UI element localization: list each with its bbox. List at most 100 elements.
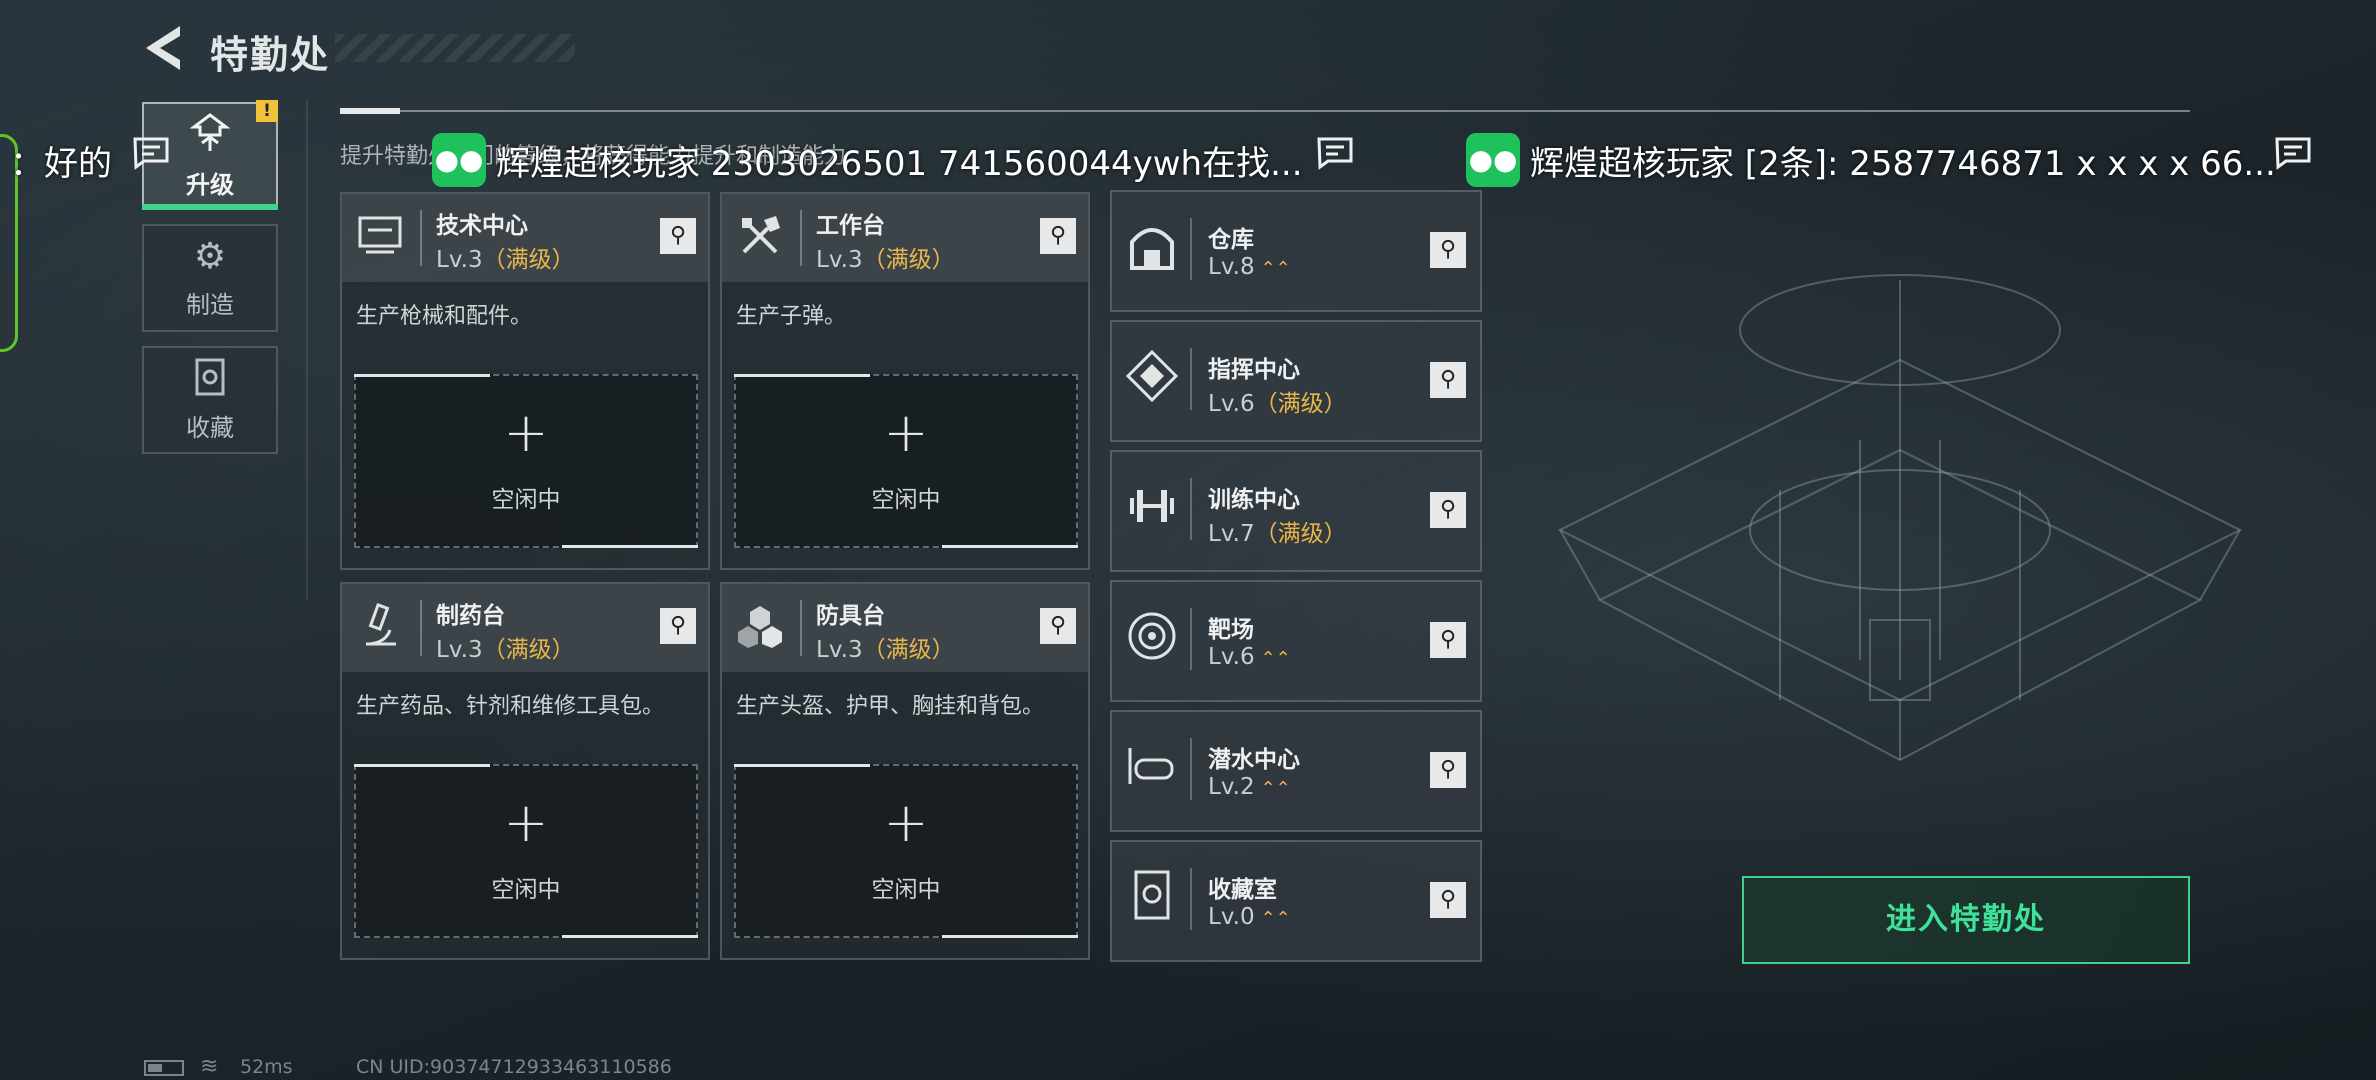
warehouse-icon xyxy=(1122,220,1182,280)
facility-level: Lv.0 ⌃⌃ xyxy=(1208,904,1291,930)
facility-card-pharmacy[interactable]: 制药台 Lv.3（满级） ⚲ 生产药品、针剂和维修工具包。 + 空闲中 xyxy=(340,582,710,960)
level-value: Lv.7 xyxy=(1208,521,1255,547)
production-slot[interactable]: + 空闲中 xyxy=(354,764,698,938)
user-uid: CN UID:90374712933463110586 xyxy=(356,1056,672,1078)
microscope-icon xyxy=(354,602,406,654)
search-button[interactable]: ⚲ xyxy=(1430,362,1466,398)
card-name: 制药台 xyxy=(436,603,505,629)
vault-icon xyxy=(1122,870,1182,930)
top-rule xyxy=(340,110,2190,112)
card-separator xyxy=(420,600,422,656)
facility-separator xyxy=(1190,738,1192,800)
card-separator xyxy=(800,210,802,266)
cubes-icon xyxy=(734,602,786,654)
search-icon: ⚲ xyxy=(669,223,687,248)
card-level: Lv.3（满级） xyxy=(816,240,955,274)
level-value: Lv.8 xyxy=(1208,254,1255,280)
facility-level: Lv.7（满级） xyxy=(1208,514,1353,548)
search-button[interactable]: ⚲ xyxy=(1430,752,1466,788)
top-rule-accent xyxy=(340,108,400,114)
card-header: 工作台 Lv.3（满级） ⚲ xyxy=(722,194,1088,282)
search-button[interactable]: ⚲ xyxy=(1430,622,1466,658)
production-slot[interactable]: + 空闲中 xyxy=(734,764,1078,938)
level-value: Lv.3 xyxy=(816,247,863,273)
facility-level: Lv.6（满级） xyxy=(1208,384,1353,418)
tab-craft[interactable]: ⚙ 制造 xyxy=(142,224,278,332)
facility-separator xyxy=(1190,478,1192,540)
target-icon xyxy=(1122,610,1182,670)
card-header: 防具台 Lv.3（满级） ⚲ xyxy=(722,584,1088,672)
search-button[interactable]: ⚲ xyxy=(1430,232,1466,268)
card-description: 生产枪械和配件。 xyxy=(356,304,533,329)
title-decoration xyxy=(335,34,575,62)
card-description: 生产药品、针剂和维修工具包。 xyxy=(356,694,665,719)
plus-icon: + xyxy=(883,791,929,854)
headquarters-building-illustration xyxy=(1480,200,2280,900)
facility-name: 潜水中心 xyxy=(1208,747,1300,773)
back-button[interactable] xyxy=(140,22,188,74)
vertical-divider xyxy=(306,100,308,600)
card-name: 工作台 xyxy=(816,213,885,239)
search-icon: ⚲ xyxy=(1439,757,1457,782)
facility-warehouse[interactable]: 仓库 Lv.8 ⌃⌃ ⚲ xyxy=(1110,190,1482,312)
level-value: Lv.2 xyxy=(1208,774,1255,800)
search-button[interactable]: ⚲ xyxy=(1430,882,1466,918)
facility-command-center[interactable]: 指挥中心 Lv.6（满级） ⚲ xyxy=(1110,320,1482,442)
command-icon xyxy=(1122,349,1182,410)
back-arrow-icon xyxy=(146,26,180,70)
maxed-tag: （满级） xyxy=(1254,391,1347,417)
tools-icon xyxy=(734,212,786,264)
notification-text: ：好的 xyxy=(10,143,112,184)
facility-shooting-range[interactable]: 靶场 Lv.6 ⌃⌃ ⚲ xyxy=(1110,580,1482,702)
facility-diving-center[interactable]: 潜水中心 Lv.2 ⌃⌃ ⚲ xyxy=(1110,710,1482,832)
search-icon: ⚲ xyxy=(669,613,687,638)
search-button[interactable]: ⚲ xyxy=(1430,492,1466,528)
notification-wechat-2[interactable]: ●● 辉煌超核玩家 [2条]: 2587746871 x x x x 66... xyxy=(1466,130,2276,190)
facility-name: 指挥中心 xyxy=(1208,357,1300,383)
maxed-tag: （满级） xyxy=(862,247,955,273)
facility-name: 训练中心 xyxy=(1208,487,1300,513)
card-header: 制药台 Lv.3（满级） ⚲ xyxy=(342,584,708,672)
message-icon[interactable] xyxy=(1316,136,1354,178)
facility-card-armor-bench[interactable]: 防具台 Lv.3（满级） ⚲ 生产头盔、护甲、胸挂和背包。 + 空闲中 xyxy=(720,582,1090,960)
search-button[interactable]: ⚲ xyxy=(660,218,696,254)
diving-mask-icon xyxy=(1122,740,1182,800)
notification-wechat-1[interactable]: ●● 辉煌超核玩家 2303026501 741560044ywh在找... xyxy=(432,130,1303,190)
search-button[interactable]: ⚲ xyxy=(660,608,696,644)
message-icon[interactable] xyxy=(2274,136,2312,178)
tab-collection[interactable]: 收藏 xyxy=(142,346,278,454)
gear-icon: ⚙ xyxy=(193,236,227,277)
wechat-icon: ●● xyxy=(1466,133,1520,187)
facility-separator xyxy=(1190,608,1192,670)
search-icon: ⚲ xyxy=(1439,627,1457,652)
slot-status: 空闲中 xyxy=(491,877,561,903)
facility-card-tech-center[interactable]: 技术中心 Lv.3（满级） ⚲ 生产枪械和配件。 + 空闲中 xyxy=(340,192,710,570)
search-button[interactable]: ⚲ xyxy=(1040,218,1076,254)
maxed-tag: （满级） xyxy=(862,637,955,663)
search-button[interactable]: ⚲ xyxy=(1040,608,1076,644)
search-icon: ⚲ xyxy=(1049,613,1067,638)
slot-status: 空闲中 xyxy=(871,487,941,513)
search-icon: ⚲ xyxy=(1439,887,1457,912)
alert-badge: ! xyxy=(256,100,278,122)
ping-value: 52ms xyxy=(240,1056,293,1078)
notification-left[interactable]: ：好的 xyxy=(10,130,112,190)
plus-icon: + xyxy=(503,791,549,854)
facility-training-center[interactable]: 训练中心 Lv.7（满级） ⚲ xyxy=(1110,450,1482,572)
page-title: 特勤处 xyxy=(210,33,331,77)
level-value: Lv.3 xyxy=(436,247,483,273)
level-value: Lv.6 xyxy=(1208,391,1255,417)
level-value: Lv.3 xyxy=(436,637,483,663)
message-icon[interactable] xyxy=(132,136,170,178)
production-slot[interactable]: + 空闲中 xyxy=(354,374,698,548)
facility-level: Lv.6 ⌃⌃ xyxy=(1208,644,1291,670)
enter-special-ops-button[interactable]: 进入特勤处 xyxy=(1742,876,2190,964)
production-slot[interactable]: + 空闲中 xyxy=(734,374,1078,548)
upgrade-arrow-icon: ⌃⌃ xyxy=(1260,778,1291,799)
search-icon: ⚲ xyxy=(1439,497,1457,522)
wifi-icon: ≋ xyxy=(200,1054,219,1079)
upgrade-arrow-icon: ⌃⌃ xyxy=(1260,648,1291,669)
search-icon: ⚲ xyxy=(1049,223,1067,248)
facility-collection-room[interactable]: 收藏室 Lv.0 ⌃⌃ ⚲ xyxy=(1110,840,1482,962)
facility-card-workbench[interactable]: 工作台 Lv.3（满级） ⚲ 生产子弹。 + 空闲中 xyxy=(720,192,1090,570)
